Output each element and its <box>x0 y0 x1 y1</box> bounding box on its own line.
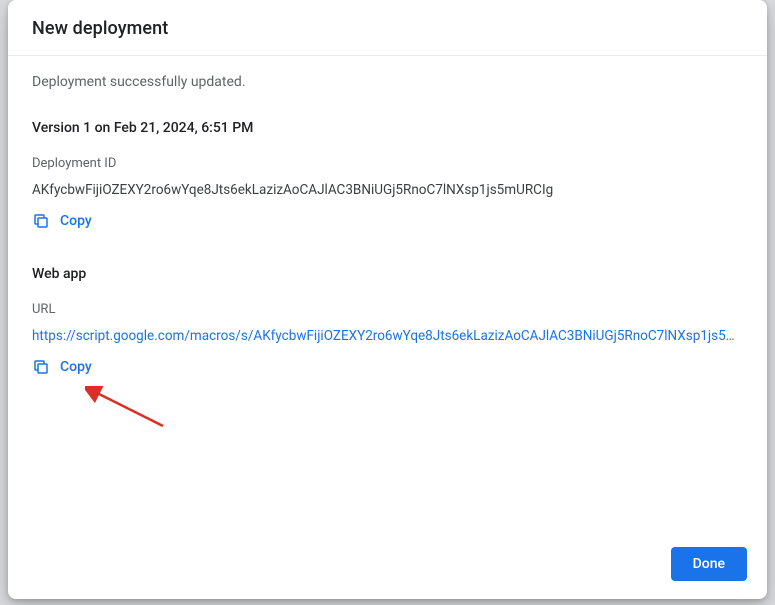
webapp-url-link[interactable]: https://script.google.com/macros/s/AKfyc… <box>32 327 743 346</box>
deployment-dialog: New deployment Deployment successfully u… <box>8 0 767 599</box>
copy-label: Copy <box>60 213 92 229</box>
dialog-title: New deployment <box>32 18 743 39</box>
deployment-id-value: AKfycbwFijiOZEXY2ro6wYqe8Jts6ekLazizAoCA… <box>32 181 743 200</box>
dialog-header: New deployment <box>8 0 767 56</box>
copy-url-button[interactable]: Copy <box>32 358 92 376</box>
version-info: Version 1 on Feb 21, 2024, 6:51 PM <box>32 120 743 136</box>
copy-icon <box>32 212 50 230</box>
url-label: URL <box>32 302 743 317</box>
webapp-heading: Web app <box>32 266 743 282</box>
dialog-footer: Done <box>8 533 767 599</box>
copy-deployment-id-button[interactable]: Copy <box>32 212 92 230</box>
copy-label: Copy <box>60 359 92 375</box>
done-button[interactable]: Done <box>671 547 747 581</box>
status-message: Deployment successfully updated. <box>32 74 743 90</box>
copy-icon <box>32 358 50 376</box>
dialog-body: Deployment successfully updated. Version… <box>8 56 767 533</box>
deployment-id-label: Deployment ID <box>32 156 743 171</box>
